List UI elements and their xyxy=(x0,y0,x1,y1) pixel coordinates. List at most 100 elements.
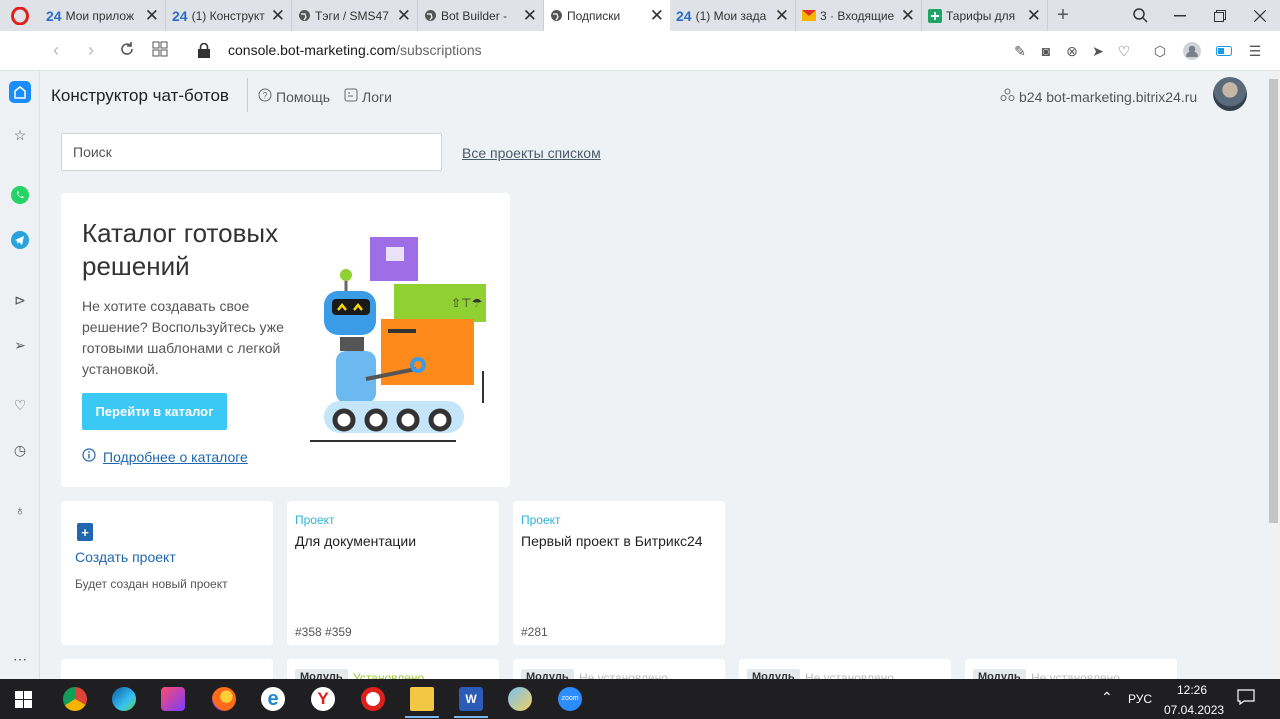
send-icon[interactable]: ➤ xyxy=(1088,41,1108,61)
history-icon[interactable]: ◷ xyxy=(10,440,30,460)
portal-link[interactable]: b24 bot-marketing.bitrix24.ru xyxy=(1000,88,1197,105)
word-icon[interactable]: W xyxy=(459,687,483,711)
clock-date[interactable]: 07.04.2023 xyxy=(1164,703,1224,717)
notifications-icon[interactable] xyxy=(1237,689,1255,710)
tab-active[interactable]: Подписки ✕ xyxy=(544,0,670,31)
edge-icon[interactable] xyxy=(112,687,136,711)
firefox-icon[interactable] xyxy=(212,687,236,711)
close-window-icon[interactable] xyxy=(1240,0,1280,31)
telegram-icon[interactable] xyxy=(10,230,30,250)
adblock-icon[interactable]: ⊗ xyxy=(1062,41,1082,61)
send-icon[interactable]: ➢ xyxy=(10,335,30,355)
opera-icon[interactable] xyxy=(361,687,385,711)
module-card[interactable]: Модуль Не установлено xyxy=(513,659,725,679)
tab-title: Тарифы для xyxy=(946,8,1016,23)
new-tab-icon[interactable]: + xyxy=(1048,0,1078,31)
scrollbar-thumb[interactable] xyxy=(1269,79,1278,523)
easy-setup-icon[interactable]: ☰ xyxy=(1245,41,1265,61)
forward-icon[interactable]: › xyxy=(88,40,94,61)
close-icon[interactable]: ✕ xyxy=(650,7,664,24)
close-icon[interactable]: ✕ xyxy=(775,7,789,24)
tab[interactable]: Bot Builder - ✕ xyxy=(418,0,544,31)
all-projects-link[interactable]: Все проекты списком xyxy=(462,145,601,161)
ie-icon[interactable]: e xyxy=(261,687,285,711)
yandex-icon[interactable]: Y xyxy=(311,687,335,711)
tab[interactable]: Тарифы для ✕ xyxy=(922,0,1048,31)
minimize-icon[interactable] xyxy=(1160,0,1200,31)
cube-icon[interactable]: ⬡ xyxy=(1150,41,1170,61)
taskbar: e Y W zoom ⌃ xyxy=(0,679,1280,719)
player-icon[interactable]: ⊳ xyxy=(10,290,30,310)
more-icon[interactable]: ⋯ xyxy=(10,649,30,669)
battery-icon[interactable] xyxy=(1215,41,1235,61)
scrollbar[interactable] xyxy=(1267,71,1280,679)
module-badge: Модуль xyxy=(747,669,800,679)
catalog-more-link[interactable]: Подробнее о каталоге xyxy=(82,448,248,465)
portal-label: b24 bot-marketing.bitrix24.ru xyxy=(1019,88,1198,105)
bookmarks-icon[interactable]: ☆ xyxy=(10,125,30,145)
back-icon[interactable]: ‹ xyxy=(53,40,59,61)
language-indicator[interactable]: РУС xyxy=(1128,692,1152,706)
close-icon[interactable]: ✕ xyxy=(145,7,159,24)
tab-title: Bot Builder - xyxy=(441,8,508,23)
bitrix24-icon: 24 xyxy=(676,7,692,24)
close-icon[interactable]: ✕ xyxy=(523,7,537,24)
app-icon[interactable] xyxy=(161,687,185,711)
logs-icon xyxy=(344,88,358,105)
module-status: Установлено xyxy=(353,671,425,679)
project-card[interactable]: Проект Для документации #358 #359 xyxy=(287,501,499,645)
module-card[interactable]: Модуль Установлено xyxy=(287,659,499,679)
module-card[interactable] xyxy=(61,659,273,679)
lightbulb-icon[interactable]: ♁ xyxy=(10,500,30,520)
catalog-title: Каталог готовых решений xyxy=(82,218,279,281)
module-card[interactable]: Модуль Не установлено xyxy=(739,659,951,679)
create-project-card[interactable]: + Создать проект Будет создан новый прое… xyxy=(61,501,273,645)
tab[interactable]: 24 (1) Конструкт ✕ xyxy=(166,0,292,31)
windows-start-icon[interactable] xyxy=(15,691,32,713)
paint-icon[interactable] xyxy=(508,687,532,711)
home-icon[interactable] xyxy=(9,81,31,103)
globe-icon xyxy=(550,9,563,22)
close-icon[interactable]: ✕ xyxy=(1027,7,1041,24)
avatar[interactable] xyxy=(1213,77,1247,111)
project-card[interactable]: Проект Первый проект в Битрикс24 #281 xyxy=(513,501,725,645)
close-icon[interactable]: ✕ xyxy=(397,7,411,24)
reload-icon[interactable] xyxy=(119,41,135,62)
clock-time[interactable]: 12:26 xyxy=(1177,683,1207,697)
tab[interactable]: Тэги / SMS47 ✕ xyxy=(292,0,418,31)
svg-text:⇧⊤☂: ⇧⊤☂ xyxy=(451,296,483,310)
zoom-icon[interactable]: zoom xyxy=(558,687,582,711)
speed-dial-icon[interactable] xyxy=(152,41,168,62)
explorer-icon[interactable] xyxy=(410,687,434,711)
whatsapp-icon[interactable] xyxy=(10,185,30,205)
profile-icon[interactable] xyxy=(1182,41,1202,61)
chrome-icon[interactable] xyxy=(63,687,87,711)
url-path: /subscriptions xyxy=(396,42,482,58)
opera-logo-icon[interactable] xyxy=(0,0,40,31)
search-input[interactable] xyxy=(61,133,442,171)
close-icon[interactable]: ✕ xyxy=(271,7,285,24)
logs-link[interactable]: Логи xyxy=(344,88,392,105)
edit-icon[interactable]: ✎ xyxy=(1010,41,1030,61)
search-tabs-icon[interactable] xyxy=(1120,0,1160,31)
globe-icon xyxy=(424,9,437,22)
help-link[interactable]: ? Помощь xyxy=(258,88,330,105)
go-to-catalog-button[interactable]: Перейти в каталог xyxy=(82,393,227,430)
chevron-up-icon[interactable]: ⌃ xyxy=(1101,689,1113,706)
tab[interactable]: 24 Мои прилож ✕ xyxy=(40,0,166,31)
logs-label: Логи xyxy=(362,88,392,105)
tab[interactable]: 24 (1) Мои зада ✕ xyxy=(670,0,796,31)
module-card[interactable]: Модуль Не установлено xyxy=(965,659,1177,679)
active-indicator xyxy=(405,716,439,718)
tab[interactable]: 3 · Входящие ✕ xyxy=(796,0,922,31)
restore-icon[interactable] xyxy=(1200,0,1240,31)
camera-icon[interactable]: ◙ xyxy=(1036,41,1056,61)
heart-icon[interactable]: ♡ xyxy=(10,395,30,415)
page-title: Конструктор чат-ботов xyxy=(51,86,229,105)
url-field[interactable]: console.bot-marketing.com/subscriptions xyxy=(228,42,482,58)
close-icon[interactable]: ✕ xyxy=(901,7,915,24)
info-icon xyxy=(82,448,96,465)
create-project-subtitle: Будет создан новый проект xyxy=(75,577,228,591)
lock-icon[interactable] xyxy=(198,42,210,63)
heart-icon[interactable]: ♡ xyxy=(1114,41,1134,61)
